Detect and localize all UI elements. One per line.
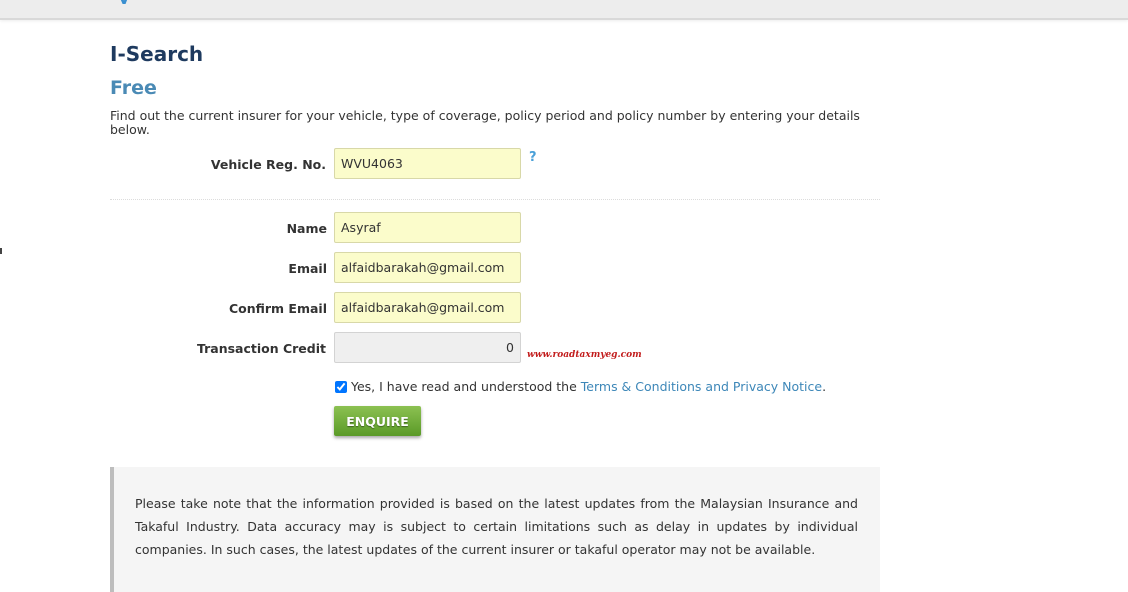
name-label: Name	[286, 221, 327, 236]
top-header-bar: y	[0, 0, 1128, 20]
terms-checkbox[interactable]	[335, 381, 347, 393]
enquire-button[interactable]: ENQUIRE	[334, 406, 421, 436]
name-input[interactable]	[334, 212, 521, 243]
page-subtitle: Free	[110, 77, 157, 99]
edge-mark	[0, 248, 2, 254]
confirm-email-label: Confirm Email	[228, 301, 327, 316]
section-divider	[110, 199, 880, 200]
page-title: I-Search	[110, 42, 204, 66]
intro-text: Find out the current insurer for your ve…	[110, 108, 860, 137]
watermark-text: www.roadtaxmyeg.com	[527, 350, 642, 360]
notice-text: Please take note that the information pr…	[135, 496, 858, 557]
email-input[interactable]	[334, 252, 521, 283]
confirm-email-input[interactable]	[334, 292, 521, 323]
terms-link[interactable]: Terms & Conditions and Privacy Notice	[581, 379, 822, 394]
transaction-credit-label: Transaction Credit	[196, 341, 326, 356]
terms-row: Yes, I have read and understood the Term…	[334, 379, 826, 394]
vehicle-reg-label: Vehicle Reg. No.	[210, 157, 326, 172]
email-label: Email	[288, 261, 327, 276]
site-logo[interactable]: y	[118, 0, 148, 4]
vehicle-reg-input[interactable]	[334, 148, 521, 179]
terms-text-prefix: Yes, I have read and understood the	[351, 379, 581, 394]
terms-text-suffix: .	[822, 379, 827, 394]
notice-box: Please take note that the information pr…	[110, 467, 880, 592]
help-icon[interactable]: ?	[529, 150, 537, 165]
transaction-credit-field	[334, 332, 521, 363]
